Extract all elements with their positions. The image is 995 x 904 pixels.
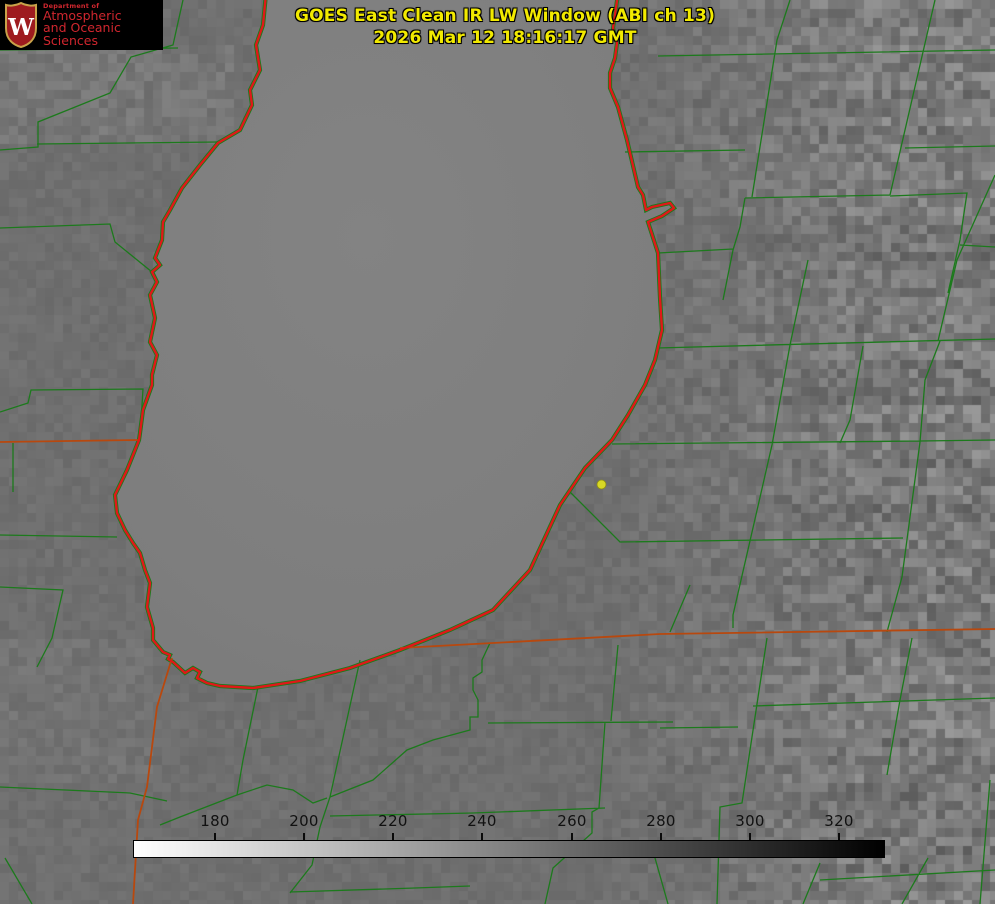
title-product-line: GOES East Clean IR LW Window (ABI ch 13) — [295, 5, 715, 27]
crest-letter: W — [7, 14, 35, 41]
title-timestamp-line: 2026 Mar 12 18:16:17 GMT — [295, 27, 715, 49]
image-title: GOES East Clean IR LW Window (ABI ch 13)… — [295, 5, 715, 49]
satellite-map-viewport[interactable]: 180 200 220 240 260 280 300 320 W Depart… — [0, 0, 995, 904]
logo-name-line2: and Oceanic Sciences — [43, 22, 163, 48]
uw-aos-logo-banner: W Department of Atmospheric and Oceanic … — [0, 0, 163, 50]
logo-text: Department of Atmospheric and Oceanic Sc… — [43, 2, 163, 48]
lake-michigan-surface — [115, 0, 674, 688]
map-overlay — [0, 0, 995, 904]
uw-crest-icon: W — [3, 2, 39, 48]
location-marker[interactable] — [597, 480, 606, 489]
